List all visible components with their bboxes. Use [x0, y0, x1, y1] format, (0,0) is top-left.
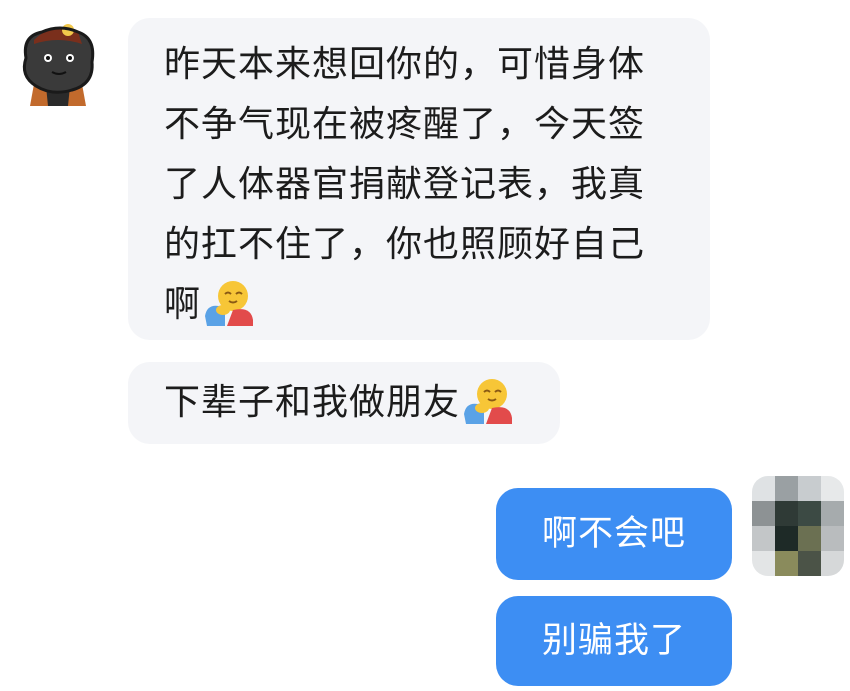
- message-text: 啊: [164, 284, 202, 325]
- avatar-pixel: [752, 551, 775, 576]
- incoming-message-bubble[interactable]: 昨天本来想回你的，可惜身体 不争气现在被疼醒了，今天签 了人体器官捐献登记表，我…: [128, 18, 710, 340]
- avatar-pixel: [798, 501, 821, 526]
- outgoing-message-bubble[interactable]: 啊不会吧: [496, 488, 732, 580]
- avatar-pixel: [752, 526, 775, 551]
- message-text: 啊不会吧: [541, 514, 686, 554]
- avatar-pixel: [798, 551, 821, 576]
- message-line-last: 啊: [164, 276, 684, 336]
- message-line: 了人体器官捐献登记表，我真: [164, 164, 646, 205]
- avatar-pixel: [752, 476, 775, 501]
- self-avatar[interactable]: [752, 476, 844, 576]
- avatar-pixel: [798, 526, 821, 551]
- sender-avatar[interactable]: [12, 14, 104, 106]
- avatar-pixel: [821, 501, 844, 526]
- message-text: 下辈子和我做朋友: [164, 382, 461, 423]
- avatar-pixel: [775, 476, 798, 501]
- hug-emoji-icon: [205, 281, 254, 326]
- avatar-pixel: [775, 501, 798, 526]
- message-line: 的扛不住了，你也照顾好自己: [164, 224, 646, 265]
- cartoon-character-avatar-icon: [22, 24, 95, 106]
- message-line: 昨天本来想回你的，可惜身体: [164, 44, 646, 85]
- avatar-pixel: [798, 476, 821, 501]
- message-line: 不争气现在被疼醒了，今天签: [164, 104, 646, 145]
- avatar-pixel: [821, 551, 844, 576]
- outgoing-message-bubble[interactable]: 别骗我了: [496, 596, 732, 686]
- avatar-pixel: [775, 551, 798, 576]
- avatar-pixel: [752, 501, 775, 526]
- avatar-pixel: [821, 476, 844, 501]
- message-text: 别骗我了: [541, 621, 686, 661]
- avatar-pixel: [775, 526, 798, 551]
- chat-window: 昨天本来想回你的，可惜身体 不争气现在被疼醒了，今天签 了人体器官捐献登记表，我…: [0, 0, 850, 691]
- incoming-message-bubble[interactable]: 下辈子和我做朋友: [128, 362, 560, 444]
- hug-emoji-icon: [464, 379, 513, 424]
- avatar-pixel: [821, 526, 844, 551]
